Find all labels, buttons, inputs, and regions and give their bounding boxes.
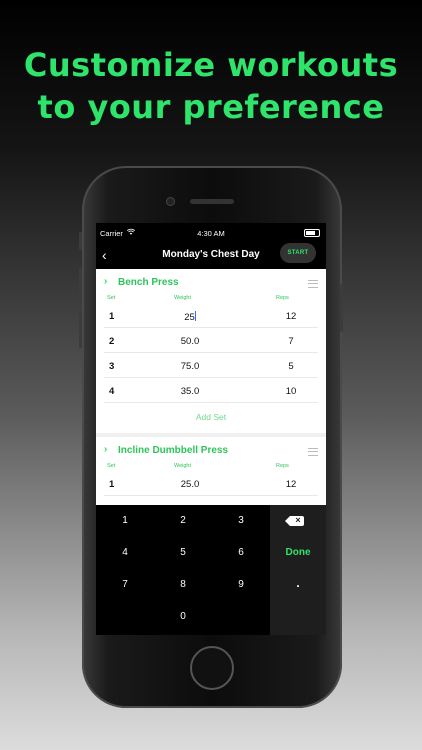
speaker-grille — [190, 199, 234, 204]
set-number: 4 — [109, 386, 115, 397]
key-0[interactable]: 0 — [154, 601, 212, 633]
set-number: 2 — [109, 336, 115, 347]
close-icon: × — [295, 515, 301, 525]
set-number: 3 — [109, 361, 115, 372]
exercise-card: › Incline Dumbbell Press Set Weight Reps… — [96, 437, 326, 496]
set-row: 3 75.0 5 — [104, 353, 318, 378]
key-8[interactable]: 8 — [154, 569, 212, 601]
col-weight: Weight — [174, 295, 192, 301]
status-time: 4:30 AM — [197, 229, 225, 238]
col-reps: Reps — [276, 295, 289, 301]
backspace-icon[interactable]: × — [270, 505, 326, 537]
reps-input[interactable]: 10 — [276, 386, 306, 397]
set-number: 1 — [109, 479, 115, 490]
start-button[interactable]: START — [280, 243, 316, 263]
exercise-header[interactable]: › Bench Press — [96, 269, 326, 295]
key-9[interactable]: 9 — [212, 569, 270, 601]
key-2[interactable]: 2 — [154, 505, 212, 537]
key-6[interactable]: 6 — [212, 537, 270, 569]
set-row: 4 35.0 10 — [104, 378, 318, 403]
phone-screen: Carrier 4:30 AM ‹ Monday's Chest Day STA… — [96, 223, 326, 635]
add-set-button[interactable]: Add Set — [96, 403, 326, 433]
weight-input[interactable]: 25 — [170, 311, 210, 323]
reps-input[interactable]: 5 — [276, 361, 306, 372]
col-set: Set — [107, 295, 116, 301]
done-button[interactable]: Done — [270, 537, 326, 569]
workout-list: › Bench Press Set Weight Reps 1 25 12 2 … — [96, 269, 326, 505]
set-row: 1 25.0 12 — [104, 471, 318, 496]
weight-input[interactable]: 75.0 — [170, 361, 210, 372]
set-row: 1 25 12 — [104, 303, 318, 328]
reps-input[interactable]: 7 — [276, 336, 306, 347]
volume-down-button — [79, 312, 82, 348]
chevron-right-icon[interactable]: › — [104, 276, 107, 287]
set-row: 2 50.0 7 — [104, 328, 318, 353]
exercise-header[interactable]: › Incline Dumbbell Press — [96, 437, 326, 463]
volume-up-button — [79, 268, 82, 304]
mute-switch — [79, 232, 82, 250]
weight-input[interactable]: 35.0 — [170, 386, 210, 397]
decimal-key[interactable]: . — [270, 569, 326, 601]
set-number: 1 — [109, 311, 115, 322]
headline-line-2: to your preference — [37, 88, 385, 126]
headline-line-1: Customize workouts — [23, 46, 399, 84]
col-set: Set — [107, 463, 116, 469]
exercise-name: Incline Dumbbell Press — [118, 445, 229, 456]
weight-value: 25 — [184, 312, 195, 323]
drag-handle-icon[interactable] — [308, 448, 318, 456]
key-7[interactable]: 7 — [96, 569, 154, 601]
col-weight: Weight — [174, 463, 192, 469]
nav-bar: ‹ Monday's Chest Day START — [96, 243, 326, 267]
weight-input[interactable]: 50.0 — [170, 336, 210, 347]
reps-input[interactable]: 12 — [276, 311, 306, 322]
weight-input[interactable]: 25.0 — [170, 479, 210, 490]
exercise-name: Bench Press — [118, 277, 179, 288]
numeric-keypad: 1 2 3 4 5 6 7 8 9 0 × Done . — [96, 505, 326, 635]
key-5[interactable]: 5 — [154, 537, 212, 569]
text-cursor — [194, 311, 196, 321]
column-headers: Set Weight Reps — [96, 463, 326, 471]
column-headers: Set Weight Reps — [96, 295, 326, 303]
battery-icon — [304, 229, 320, 237]
home-button[interactable] — [190, 646, 234, 690]
reps-input[interactable]: 12 — [276, 479, 306, 490]
drag-handle-icon[interactable] — [308, 280, 318, 288]
key-4[interactable]: 4 — [96, 537, 154, 569]
chevron-right-icon[interactable]: › — [104, 444, 107, 455]
front-camera — [166, 197, 175, 206]
key-1[interactable]: 1 — [96, 505, 154, 537]
power-button — [340, 284, 343, 332]
headline: Customize workouts to your preference — [0, 44, 422, 128]
exercise-card: › Bench Press Set Weight Reps 1 25 12 2 … — [96, 269, 326, 433]
col-reps: Reps — [276, 463, 289, 469]
status-bar: Carrier 4:30 AM — [96, 223, 326, 243]
key-3[interactable]: 3 — [212, 505, 270, 537]
